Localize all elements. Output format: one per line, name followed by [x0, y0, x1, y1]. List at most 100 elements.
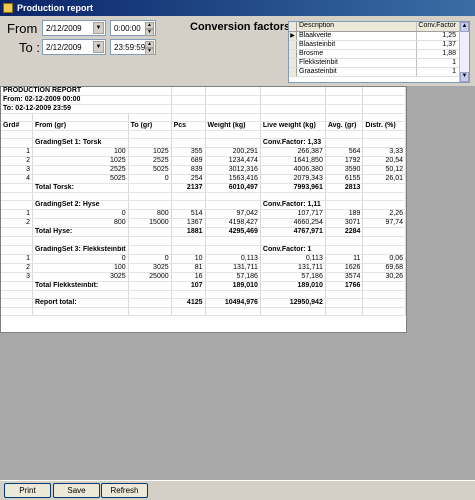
grid-cell-factor[interactable]: 1,88: [417, 50, 460, 58]
grid-row[interactable]: Graasteinbit 1: [289, 68, 469, 77]
table-cell: Total Hyse:: [32, 227, 129, 238]
table-cell: 6155: [325, 174, 364, 185]
table-cell: 3574: [325, 272, 364, 282]
table-cell: [171, 307, 206, 316]
table-cell: [362, 245, 406, 255]
app-icon: [3, 3, 13, 13]
table-cell: [171, 200, 206, 211]
table-cell: [325, 200, 364, 211]
table-row: Report total: 4125 10494,976 12950,942: [1, 298, 406, 308]
grid-cell-desc[interactable]: Graasteinbit: [297, 68, 417, 76]
spin-up-icon[interactable]: ▲: [145, 22, 154, 29]
table-cell: [205, 138, 261, 149]
table-cell: [362, 298, 406, 308]
table-cell: [325, 290, 364, 299]
chevron-down-icon[interactable]: ▼: [93, 22, 104, 34]
table-cell: [325, 307, 364, 316]
report-to: To: 02-12-2009 23:59: [1, 104, 172, 114]
col-header: Avg. (gr): [325, 121, 364, 132]
table-cell: 839: [171, 165, 206, 176]
spin-up-icon[interactable]: ▲: [145, 41, 154, 48]
table-cell: 6010,497: [205, 183, 261, 194]
time-spinner[interactable]: ▲ ▼: [145, 41, 154, 55]
report-viewer[interactable]: PRODUCTION REPORT From: 02-12-2009 00:00…: [0, 86, 475, 480]
table-row: [1, 290, 406, 299]
to-label: To :: [19, 40, 40, 55]
table-cell: 3590: [325, 165, 364, 176]
report-table: PRODUCTION REPORT From: 02-12-2009 00:00…: [1, 87, 406, 316]
grid-cell-desc[interactable]: Flekksteinbit: [297, 59, 417, 67]
table-cell: 2813: [325, 183, 364, 194]
grid-cell-desc[interactable]: Brosme: [297, 50, 417, 58]
grid-header-factor[interactable]: Conv.Factor: [417, 22, 460, 31]
grid-cell-desc[interactable]: Blaakveite: [297, 32, 417, 40]
table-cell: 107: [171, 281, 206, 291]
report-from: From: 02-12-2009 00:00: [1, 95, 172, 105]
time-spinner[interactable]: ▲ ▼: [145, 22, 154, 36]
table-row: [1, 236, 406, 246]
grid-cell-factor[interactable]: 1,37: [417, 41, 460, 49]
table-cell: [171, 130, 206, 140]
grid-cell-factor[interactable]: 1,25: [417, 32, 460, 40]
window-title: Production report: [17, 3, 93, 13]
conversion-factors-grid[interactable]: Description Conv.Factor ▶ Blaakveite 1,2…: [288, 21, 470, 83]
spin-down-icon[interactable]: ▼: [145, 29, 154, 36]
table-cell: 689: [171, 156, 206, 167]
table-cell: 0: [128, 174, 172, 185]
table-row: 1 100 1025 355 200,291 266,387 564 3,33: [1, 147, 406, 158]
scroll-up-icon[interactable]: ▲: [460, 22, 469, 32]
table-cell: [1, 192, 33, 202]
from-date-picker[interactable]: 2/12/2009 ▼: [42, 20, 106, 36]
table-cell: 4767,971: [260, 227, 326, 238]
table-cell: 2079,343: [260, 174, 326, 185]
grid-header-description[interactable]: Description: [297, 22, 417, 31]
table-cell: [128, 245, 172, 255]
to-time-field[interactable]: 23:59:59 ▲ ▼: [110, 39, 156, 55]
table-cell: 10: [171, 254, 206, 264]
table-cell: 4198,427: [205, 218, 261, 229]
table-cell: 1766: [325, 281, 364, 291]
to-date-picker[interactable]: 2/12/2009 ▼: [42, 39, 106, 55]
table-cell: 0,113: [205, 254, 261, 264]
table-cell: 57,186: [260, 272, 326, 282]
grid-row[interactable]: Brosme 1,88: [289, 50, 469, 59]
from-time-field[interactable]: 0:00:00 ▲ ▼: [110, 20, 156, 36]
table-cell: [205, 130, 261, 140]
table-cell: GradingSet 2: Hyse: [32, 200, 129, 211]
table-cell: 189,010: [205, 281, 261, 291]
grid-row[interactable]: ▶ Blaakveite 1,25: [289, 32, 469, 41]
table-row: 2 1025 2525 689 1234,474 1641,850 1792 20,54: [1, 156, 406, 167]
table-cell: [325, 245, 364, 255]
chevron-down-icon[interactable]: ▼: [93, 41, 104, 53]
col-header: Live weight (kg): [260, 121, 326, 132]
grid-cell-factor[interactable]: 1: [417, 68, 460, 76]
table-cell: 189,010: [260, 281, 326, 291]
report-sheet: PRODUCTION REPORT From: 02-12-2009 00:00…: [0, 86, 407, 333]
table-cell: 2: [1, 263, 33, 273]
spin-down-icon[interactable]: ▼: [145, 48, 154, 55]
table-cell: [325, 298, 364, 308]
table-cell: 2: [1, 156, 33, 167]
table-cell: [1, 281, 33, 291]
refresh-button[interactable]: Refresh: [101, 483, 148, 498]
table-row: 2 800 15000 1367 4198,427 4660,254 3071 97,74: [1, 218, 406, 229]
save-button[interactable]: Save: [53, 483, 100, 498]
table-cell: 5025: [32, 174, 129, 185]
table-row: GradingSet 3: Flekksteinbit Conv.Factor: …: [1, 245, 406, 255]
table-cell: 266,387: [260, 147, 326, 158]
table-cell: 3,33: [362, 147, 406, 158]
table-cell: 3025: [128, 263, 172, 273]
table-cell: 2525: [32, 165, 129, 176]
grid-cell-factor[interactable]: 1: [417, 59, 460, 67]
table-cell: 5025: [128, 165, 172, 176]
grid-vertical-scrollbar[interactable]: ▲ ▼: [459, 22, 469, 82]
table-cell: 4: [1, 174, 33, 185]
print-button[interactable]: Print: [4, 483, 51, 498]
to-time-value: 23:59:59: [114, 42, 146, 52]
grid-cell-desc[interactable]: Blaasteinbit: [297, 41, 417, 49]
table-cell: 97,74: [362, 218, 406, 229]
grid-row[interactable]: Blaasteinbit 1,37: [289, 41, 469, 50]
scroll-down-icon[interactable]: ▼: [460, 72, 469, 82]
grid-row[interactable]: Flekksteinbit 1: [289, 59, 469, 68]
table-row: Total Torsk: 2137 6010,497 7993,961 2813: [1, 183, 406, 194]
